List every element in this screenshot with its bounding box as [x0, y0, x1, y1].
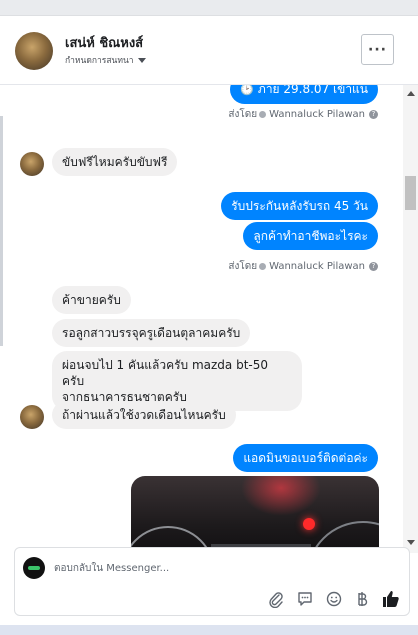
photo-glow	[241, 476, 321, 516]
thumbs-up-icon[interactable]	[381, 589, 401, 609]
speech-bubble-icon[interactable]	[296, 590, 314, 608]
message-scrollbar[interactable]	[403, 85, 418, 553]
reply-input[interactable]	[54, 560, 354, 576]
incoming-message: ค้าขายครับ	[52, 286, 131, 314]
photo-attachment[interactable]	[131, 476, 379, 553]
scroll-down-arrow-icon[interactable]	[407, 540, 415, 545]
help-icon[interactable]: ?	[369, 109, 378, 119]
schedule-dropdown[interactable]: กำหนดการสนทนา	[65, 53, 146, 67]
incoming-message: ขับฟรีไหมครับขับฟรี	[52, 148, 178, 176]
message-line: ผ่อนจบไป 1 คันแล้วครับ mazda bt-50 ครับ	[62, 358, 269, 388]
conversation-header: เสน่ห์ ชิณหงส์ กำหนดการสนทนา ···	[0, 16, 418, 85]
outgoing-message: ลูกค้าทำอาชีพอะไรคะ	[243, 222, 378, 250]
incoming-message: รอลูกสาวบรรจุครูเดือนตุลาคมครับ	[52, 319, 251, 347]
emoji-icon[interactable]	[325, 590, 343, 608]
more-options-button[interactable]: ···	[361, 34, 394, 65]
sender-avatar	[20, 405, 44, 429]
baht-icon[interactable]	[353, 590, 371, 608]
schedule-label: กำหนดการสนทนา	[65, 56, 134, 66]
paperclip-icon[interactable]	[267, 590, 285, 608]
outgoing-message: รับประกันหลังรับรถ 45 วัน	[221, 192, 378, 220]
footer-bar	[0, 625, 418, 635]
page-avatar	[23, 557, 45, 579]
incoming-message: ถ้าผ่านแล้วใช้งวดเดือนไหนครับ	[52, 401, 236, 429]
contact-name[interactable]: เสน่ห์ ชิณหงส์	[65, 32, 143, 53]
agent-dot-icon	[259, 262, 267, 270]
sent-by-label: ส่งโดย Wannaluck Pilawan?	[228, 107, 378, 122]
outgoing-message: แอดมินขอเบอร์ติดต่อค่ะ	[233, 444, 378, 472]
scroll-up-arrow-icon[interactable]	[407, 91, 415, 96]
agent-dot-icon	[259, 110, 267, 118]
sender-avatar	[20, 152, 44, 176]
conversation-panel: เสน่ห์ ชิณหงส์ กำหนดการสนทนา ··· 🕑 ภาย 2…	[0, 15, 418, 626]
caret-down-icon	[137, 58, 146, 63]
message-list: 🕑 ภาย 29.8.07 เข้าแน ส่งโดย Wannaluck Pil…	[0, 85, 403, 553]
photo-warning-light	[303, 518, 315, 530]
sent-by-label: ส่งโดย Wannaluck Pilawan?	[228, 259, 378, 274]
contact-avatar[interactable]	[15, 32, 53, 70]
outgoing-message-partial: 🕑 ภาย 29.8.07 เข้าแน	[230, 85, 378, 104]
scrollbar-thumb[interactable]	[405, 176, 416, 210]
reply-composer	[14, 547, 410, 616]
help-icon[interactable]: ?	[369, 261, 378, 271]
